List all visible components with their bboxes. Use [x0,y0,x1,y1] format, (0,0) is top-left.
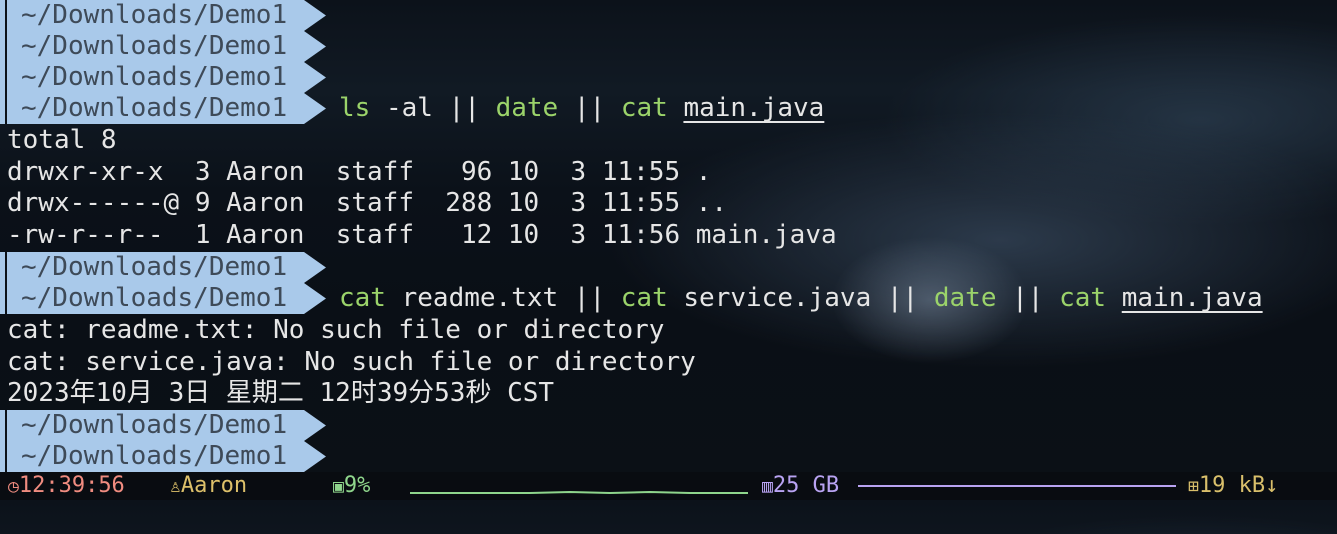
output-text: -rw-r--r-- 1 Aaron staff 12 10 3 11:56 m… [7,220,837,250]
prompt-line-6: ~/Downloads/Demo1 cat readme.txt || cat … [0,283,1263,314]
prompt-path: ~/Downloads/Demo1 [0,252,326,283]
prompt-path: ~/Downloads/Demo1 [0,410,326,441]
disk-icon: ▥ [762,476,773,497]
command-token: cat [620,93,668,123]
terminal-window[interactable]: ~/Downloads/Demo1 ~/Downloads/Demo1 ~/Do… [0,0,1337,472]
command-token: || [558,93,621,123]
command-text: ls -al || date || cat main.java [339,93,824,124]
prompt-path: ~/Downloads/Demo1 [0,283,326,314]
clock-time: 12:39:56 [18,473,125,498]
network-rate: 19 kB↓ [1198,473,1279,498]
command-token: main.java [683,93,825,123]
prompt-line-2: ~/Downloads/Demo1 [0,31,326,62]
clock: ◷12:39:56 [8,472,125,501]
command-token [1106,283,1122,313]
cpu-sparkline [410,490,748,495]
output-text: total 8 [7,125,117,155]
output-text: 2023年10月 3日 星期二 12时39分53秒 CST [7,378,555,408]
network-usage: ⊞19 kB↓ [1188,472,1278,501]
cpu-icon: ▣ [333,476,344,497]
command-token: cat [1059,283,1107,313]
command-token: main.java [1121,283,1263,313]
prompt-line-5: ~/Downloads/Demo1 [0,252,326,283]
command-token: cat [620,283,668,313]
disk-usage: ▥25 GB [762,472,839,501]
output-text: cat: readme.txt: No such file or directo… [7,315,665,345]
command-token: -al [370,93,449,123]
cpu-percent: 9% [343,473,371,498]
command-token: date [495,93,559,123]
status-bar: ◷12:39:56 ♙Aaron ▣9% ▥25 GB ⊞19 kB↓ [0,472,1337,500]
clock-icon: ◷ [8,476,19,497]
user-icon: ♙ [170,476,181,497]
command-token: date [933,283,997,313]
output-text: cat: service.java: No such file or direc… [7,347,696,377]
command-token: ls [339,93,371,123]
user-name: Aaron [180,473,248,498]
cpu-usage: ▣9% [333,472,370,501]
output-text: drwxr-xr-x 3 Aaron staff 96 10 3 11:55 . [7,157,712,187]
disk-sparkline [858,485,1176,487]
command-token [480,93,496,123]
prompt-path: ~/Downloads/Demo1 [0,62,326,93]
prompt-path: ~/Downloads/Demo1 [0,93,326,124]
command-token: || [448,93,480,123]
prompt-line-7: ~/Downloads/Demo1 [0,410,326,441]
user: ♙Aaron [170,472,247,501]
command-text: cat readme.txt || cat service.java || da… [339,283,1263,314]
command-token [668,93,684,123]
command-token: service.java || [667,283,934,313]
prompt-path: ~/Downloads/Demo1 [0,0,326,31]
command-token: || [996,283,1060,313]
prompt-line-8[interactable]: ~/Downloads/Demo1 [0,441,326,472]
prompt-line-1: ~/Downloads/Demo1 [0,0,326,31]
prompt-path: ~/Downloads/Demo1 [0,441,326,472]
disk-free: 25 GB [772,473,840,498]
prompt-line-4: ~/Downloads/Demo1 ls -al || date || cat … [0,93,824,124]
prompt-path: ~/Downloads/Demo1 [0,31,326,62]
command-token: cat [339,283,386,313]
prompt-line-3: ~/Downloads/Demo1 [0,62,326,93]
output-text: drwx------@ 9 Aaron staff 288 10 3 11:55… [7,188,728,218]
command-token: readme.txt || [385,283,621,313]
network-icon: ⊞ [1188,476,1199,497]
